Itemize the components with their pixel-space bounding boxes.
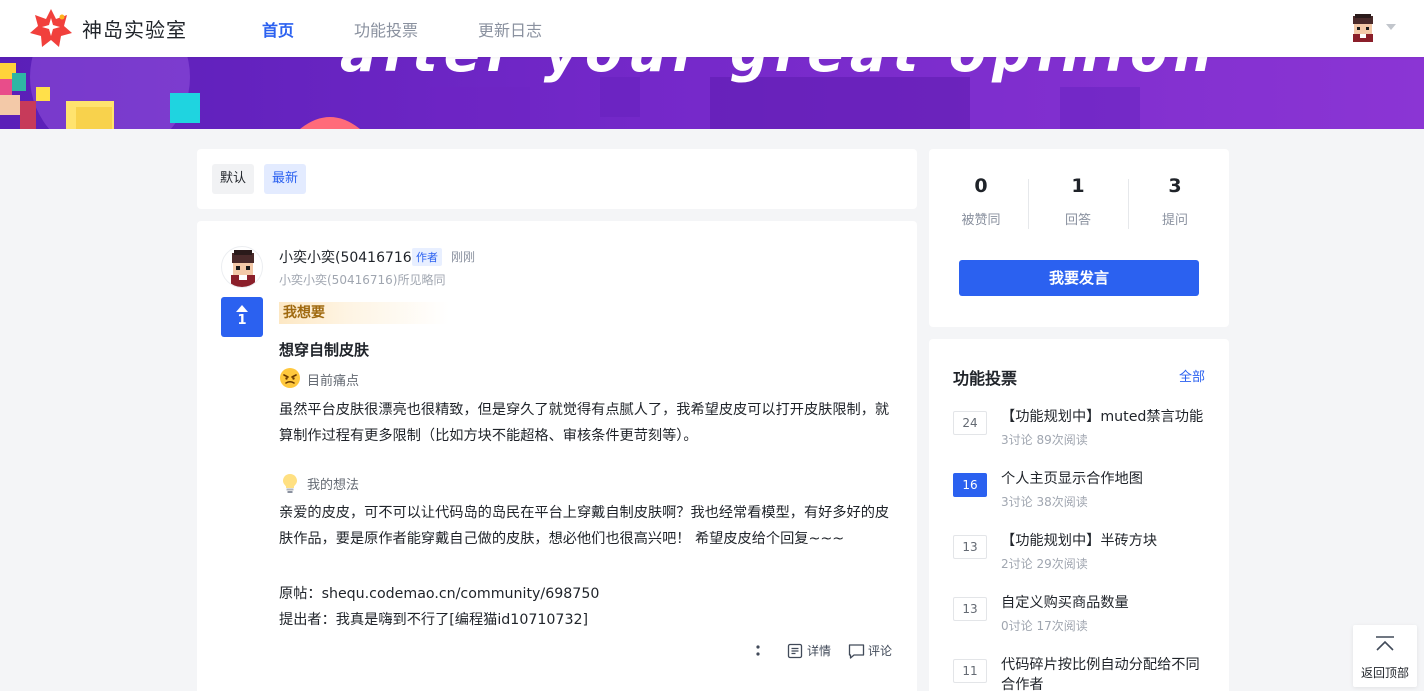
stat-questions-value: 3: [1168, 175, 1182, 197]
stat-questions-label: 提问: [1161, 213, 1188, 228]
post-time: 刚刚: [451, 250, 476, 264]
brand-name[interactable]: 神岛实验室: [82, 14, 187, 43]
feature-vote-item-title[interactable]: 自定义购买商品数量: [1001, 593, 1211, 613]
idea-text: 亲爱的皮皮，可不可以让代码岛的岛民在平台上穿戴自制皮肤啊？我也经常看模型，有好多…: [279, 505, 890, 547]
hero-banner: after your great opinion: [0, 57, 1424, 129]
vote-count-badge[interactable]: 24: [953, 411, 987, 435]
user-stats-card: 0 被赞同 1 回答 3 提问 我要发言: [929, 149, 1229, 327]
post-speak-button[interactable]: 我要发言: [959, 260, 1199, 296]
pain-point-label: 目前痛点: [307, 374, 360, 389]
proposer-line: 提出者：我真是嗨到不行了[编程猫id10710732]: [279, 612, 589, 628]
logo-icon[interactable]: [29, 7, 73, 49]
feature-vote-all-link[interactable]: 全部: [1179, 366, 1205, 385]
vote-count-badge[interactable]: 11: [953, 659, 987, 683]
stat-likes[interactable]: 0 被赞同: [936, 175, 1026, 228]
feature-vote-item[interactable]: 13 自定义购买商品数量 0讨论 17次阅读: [929, 593, 1229, 641]
divider: [1028, 179, 1029, 229]
feature-vote-card: 功能投票 全部 24 【功能规划中】muted禁言功能 3讨论 89次阅读 16…: [929, 339, 1229, 691]
feature-vote-title: 功能投票: [953, 369, 1018, 388]
feature-vote-item[interactable]: 16 个人主页显示合作地图 3讨论 38次阅读: [929, 469, 1229, 517]
pain-point-text: 虽然平台皮肤很漂亮也很精致，但是穿久了就觉得有点腻人了，我希望皮皮可以打开皮肤限…: [279, 402, 890, 444]
document-icon: [787, 643, 803, 659]
feature-vote-item-meta: 0讨论 17次阅读: [1001, 619, 1088, 633]
sort-default-button[interactable]: 默认: [212, 164, 255, 194]
feature-vote-item-title[interactable]: 【功能规划中】半砖方块: [1001, 531, 1211, 551]
sort-bar: 默认 最新: [197, 149, 917, 209]
feature-vote-item-title[interactable]: 代码碎片按比例自动分配给不同合作者: [1001, 655, 1211, 691]
feature-vote-item-meta: 3讨论 89次阅读: [1001, 433, 1088, 447]
arrow-up-to-top-icon: [1376, 636, 1394, 651]
user-avatar-icon[interactable]: [1350, 14, 1376, 42]
nav-changelog[interactable]: 更新日志: [478, 17, 542, 41]
upvote-count: 1: [237, 313, 247, 328]
idea-label: 我的想法: [307, 478, 360, 493]
post-author-name[interactable]: 小奕小奕(50416716): [279, 247, 417, 267]
stat-likes-label: 被赞同: [961, 213, 1001, 228]
sort-latest-button[interactable]: 最新: [264, 164, 307, 194]
divider: [1128, 179, 1129, 229]
comment-label: 评论: [868, 644, 893, 658]
top-header: 神岛实验室 首页 功能投票 更新日志: [0, 0, 1424, 57]
feature-vote-item-meta: 3讨论 38次阅读: [1001, 495, 1088, 509]
vote-count-badge[interactable]: 16: [953, 473, 987, 497]
stat-questions[interactable]: 3 提问: [1130, 175, 1220, 228]
vote-count-badge[interactable]: 13: [953, 597, 987, 621]
svg-text:after your great opinion: after your great opinion: [340, 57, 1218, 84]
account-dropdown-caret-icon[interactable]: [1386, 24, 1396, 30]
feature-vote-item[interactable]: 13 【功能规划中】半砖方块 2讨论 29次阅读: [929, 531, 1229, 579]
author-avatar-icon: [231, 250, 255, 287]
arrow-up-icon: [236, 305, 248, 312]
feature-vote-item-title[interactable]: 个人主页显示合作地图: [1001, 469, 1211, 489]
post-card: 小奕小奕(50416716) 作者 刚刚 小奕小奕(50416716)所见略同 …: [197, 221, 917, 691]
feature-vote-item-title[interactable]: 【功能规划中】muted禁言功能: [1001, 407, 1211, 427]
author-badge: 作者: [412, 248, 442, 266]
feature-vote-item[interactable]: 24 【功能规划中】muted禁言功能 3讨论 89次阅读: [929, 407, 1229, 455]
lightbulb-icon: [283, 474, 297, 493]
detail-label: 详情: [807, 644, 832, 658]
upvote-button[interactable]: 1: [221, 297, 263, 337]
back-to-top-button[interactable]: 返回顶部: [1353, 625, 1417, 687]
back-to-top-label: 返回顶部: [1360, 666, 1409, 680]
post-agree-note: 小奕小奕(50416716)所见略同: [279, 273, 446, 287]
post-title[interactable]: 想穿自制皮肤: [279, 339, 369, 360]
nav-home[interactable]: 首页: [262, 17, 294, 41]
stat-answers-value: 1: [1071, 175, 1085, 197]
stat-answers-label: 回答: [1064, 213, 1091, 228]
vote-count-badge[interactable]: 13: [953, 535, 987, 559]
source-link-line[interactable]: 原帖：shequ.codemao.cn/community/698750: [279, 583, 599, 603]
angry-face-icon: [280, 368, 300, 388]
more-dots-icon[interactable]: [755, 642, 761, 660]
nav-feature-vote[interactable]: 功能投票: [354, 17, 418, 41]
feature-vote-item[interactable]: 11 代码碎片按比例自动分配给不同合作者: [929, 655, 1229, 691]
stat-answers[interactable]: 1 回答: [1033, 175, 1123, 228]
feature-vote-item-meta: 2讨论 29次阅读: [1001, 557, 1088, 571]
author-avatar[interactable]: [221, 246, 263, 288]
category-tag: 我想要: [279, 302, 449, 324]
comment-icon: [848, 644, 865, 659]
stat-likes-value: 0: [974, 175, 988, 197]
